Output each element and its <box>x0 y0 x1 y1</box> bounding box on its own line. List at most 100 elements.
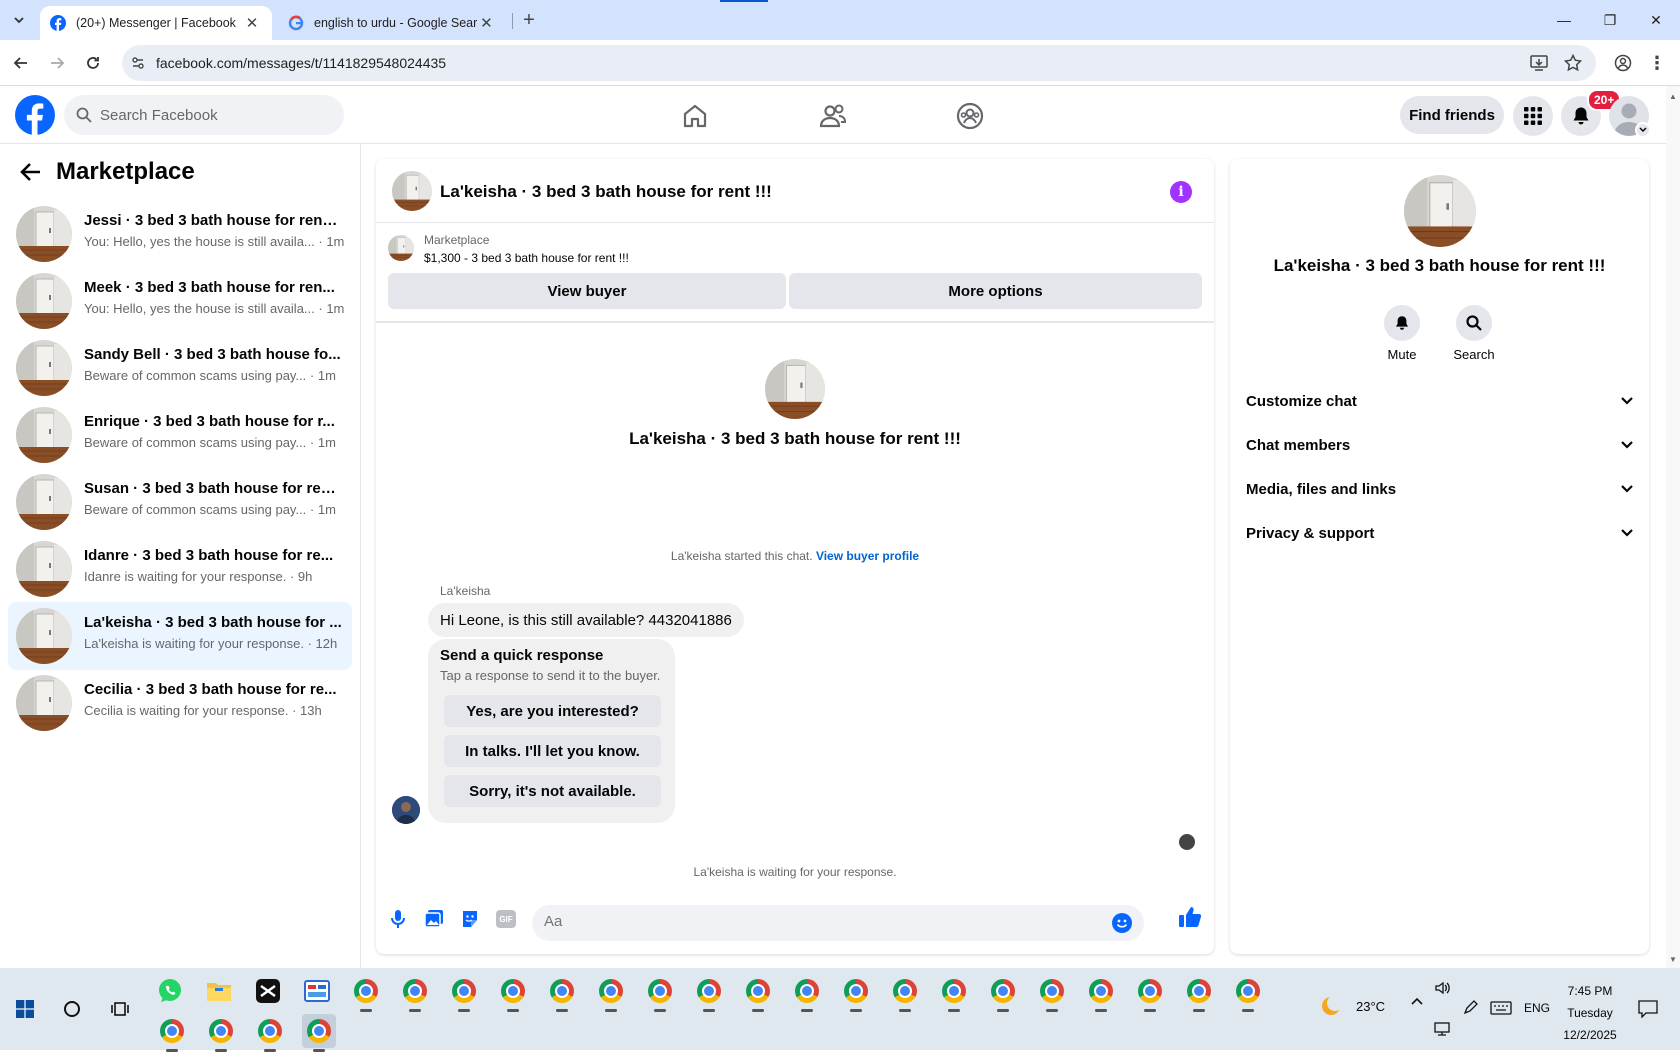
chrome-profile-20-icon[interactable] <box>155 1014 189 1052</box>
window-close-icon[interactable]: ✕ <box>1633 0 1679 40</box>
chrome-profile-14-icon[interactable] <box>986 974 1020 1012</box>
like-thumbs-up-icon[interactable] <box>1178 905 1202 929</box>
cortana-search-icon[interactable] <box>55 992 89 1026</box>
page-scrollbar[interactable]: ▲ ▼ <box>1666 86 1680 968</box>
close-tab-icon[interactable]: ✕ <box>477 14 496 32</box>
conversation-item[interactable]: Idanre · 3 bed 3 bath house for re... Id… <box>8 535 352 603</box>
facebook-search-input[interactable]: Search Facebook <box>64 95 344 135</box>
quick-response-in-talks-button[interactable]: In talks. I'll let you know. <box>444 735 661 767</box>
chrome-profile-13-icon[interactable] <box>937 974 971 1012</box>
capcut-icon[interactable] <box>251 974 285 1008</box>
site-info-icon[interactable] <box>130 55 146 71</box>
quick-response-yes-button[interactable]: Yes, are you interested? <box>444 695 661 727</box>
chrome-profile-11-icon[interactable] <box>839 974 873 1012</box>
facebook-logo-icon[interactable] <box>15 95 55 135</box>
scroll-down-arrow-icon[interactable]: ▼ <box>1669 955 1677 964</box>
back-arrow-icon[interactable] <box>20 162 42 182</box>
keyboard-icon[interactable] <box>1490 1001 1512 1015</box>
conversation-item[interactable]: Enrique · 3 bed 3 bath house for r... Be… <box>8 401 352 469</box>
forward-arrow-icon[interactable] <box>44 50 70 76</box>
omnibox[interactable]: facebook.com/messages/t/1141829548024435 <box>122 45 1596 81</box>
minimize-icon[interactable]: — <box>1541 0 1587 40</box>
chrome-profile-22-icon[interactable] <box>253 1014 287 1052</box>
chrome-profile-7-icon[interactable] <box>643 974 677 1012</box>
task-view-icon[interactable] <box>103 992 137 1026</box>
chevron-up-icon[interactable] <box>1410 996 1424 1006</box>
photo-attach-icon[interactable] <box>422 907 446 931</box>
chrome-profile-3-icon[interactable] <box>447 974 481 1012</box>
sticker-icon[interactable] <box>458 907 482 931</box>
home-icon[interactable] <box>677 98 713 134</box>
microphone-icon[interactable] <box>386 907 410 931</box>
chrome-profile-6-icon[interactable] <box>594 974 628 1012</box>
language-indicator[interactable]: ENG <box>1524 1001 1550 1015</box>
file-explorer-icon[interactable] <box>202 974 236 1008</box>
groups-icon[interactable] <box>952 98 988 134</box>
message-bubble[interactable]: Hi Leone, is this still available? 44320… <box>428 603 744 637</box>
tab-search-icon[interactable] <box>6 7 32 33</box>
whatsapp-icon[interactable] <box>153 974 187 1008</box>
chrome-profile-1-icon[interactable] <box>349 974 383 1012</box>
conversation-item[interactable]: Susan · 3 bed 3 bath house for ren... Be… <box>8 468 352 536</box>
tab-google-search[interactable]: english to urdu - Google Search ✕ <box>278 6 506 40</box>
listing-price[interactable]: $1,300 - 3 bed 3 bath house for rent !!! <box>424 251 629 265</box>
media-files-links-section[interactable]: Media, files and links <box>1246 469 1634 509</box>
find-friends-button[interactable]: Find friends <box>1400 96 1504 134</box>
chat-title[interactable]: La'keisha · 3 bed 3 bath house for rent … <box>440 182 772 202</box>
emoji-icon[interactable] <box>1112 913 1132 933</box>
mute-button[interactable]: Mute <box>1372 305 1432 362</box>
scroll-up-arrow-icon[interactable]: ▲ <box>1669 92 1677 101</box>
tab-messenger[interactable]: (20+) Messenger | Facebook ✕ <box>40 6 272 40</box>
reload-icon[interactable] <box>80 50 106 76</box>
weather-icon[interactable] <box>1320 994 1344 1018</box>
conversation-info-icon[interactable]: i <box>1170 181 1192 203</box>
menu-grid-icon[interactable] <box>1513 96 1553 136</box>
conversation-item[interactable]: La'keisha · 3 bed 3 bath house for ... L… <box>8 602 352 670</box>
chrome-profile-8-icon[interactable] <box>692 974 726 1012</box>
message-composer[interactable] <box>532 905 1144 941</box>
message-input[interactable] <box>544 913 1084 930</box>
chrome-profile-19-icon[interactable] <box>1231 974 1265 1012</box>
chrome-profile-5-icon[interactable] <box>545 974 579 1012</box>
chrome-active-icon[interactable] <box>302 1014 336 1052</box>
chat-avatar[interactable] <box>392 171 432 211</box>
more-options-button[interactable]: More options <box>789 273 1202 309</box>
chrome-profile-17-icon[interactable] <box>1133 974 1167 1012</box>
chrome-profile-15-icon[interactable] <box>1035 974 1069 1012</box>
bookmark-star-icon[interactable] <box>1564 54 1582 72</box>
install-app-icon[interactable] <box>1530 55 1548 71</box>
customize-chat-section[interactable]: Customize chat <box>1246 381 1634 421</box>
account-chevron-down-icon[interactable] <box>1635 122 1651 138</box>
view-buyer-button[interactable]: View buyer <box>388 273 786 309</box>
restore-icon[interactable]: ❐ <box>1587 0 1633 40</box>
search-in-conversation-button[interactable]: Search <box>1444 305 1504 362</box>
profile-icon[interactable] <box>1610 50 1636 76</box>
chrome-profile-4-icon[interactable] <box>496 974 530 1012</box>
listing-thumbnail[interactable] <box>388 235 414 261</box>
conversation-item[interactable]: Cecilia · 3 bed 3 bath house for re... C… <box>8 669 352 737</box>
view-buyer-profile-link[interactable]: View buyer profile <box>816 549 919 563</box>
friends-icon[interactable] <box>815 98 851 134</box>
new-tab-icon[interactable]: + <box>516 7 542 33</box>
network-icon[interactable] <box>1434 1022 1450 1036</box>
quick-response-not-available-button[interactable]: Sorry, it's not available. <box>444 775 661 807</box>
chat-members-section[interactable]: Chat members <box>1246 425 1634 465</box>
chrome-profile-21-icon[interactable] <box>204 1014 238 1052</box>
conversation-item[interactable]: Meek · 3 bed 3 bath house for ren... You… <box>8 267 352 335</box>
chat-profile-avatar[interactable] <box>765 359 825 419</box>
back-arrow-icon[interactable] <box>8 50 34 76</box>
info-avatar[interactable] <box>1404 175 1476 247</box>
browser-menu-icon[interactable]: ⋮ <box>1644 50 1670 76</box>
chrome-profile-16-icon[interactable] <box>1084 974 1118 1012</box>
chrome-profile-10-icon[interactable] <box>790 974 824 1012</box>
clock[interactable]: 7:45 PM Tuesday 12/2/2025 <box>1556 980 1624 1046</box>
conversation-item[interactable]: Jessi · 3 bed 3 bath house for rent !!! … <box>8 200 352 268</box>
chrome-profile-18-icon[interactable] <box>1182 974 1216 1012</box>
pen-icon[interactable] <box>1462 1000 1478 1016</box>
close-tab-icon[interactable]: ✕ <box>242 14 262 32</box>
conversation-item[interactable]: Sandy Bell · 3 bed 3 bath house fo... Be… <box>8 334 352 402</box>
chrome-profile-12-icon[interactable] <box>888 974 922 1012</box>
chrome-profile-9-icon[interactable] <box>741 974 775 1012</box>
action-center-icon[interactable] <box>1638 1000 1658 1018</box>
start-windows-icon[interactable] <box>8 992 42 1026</box>
